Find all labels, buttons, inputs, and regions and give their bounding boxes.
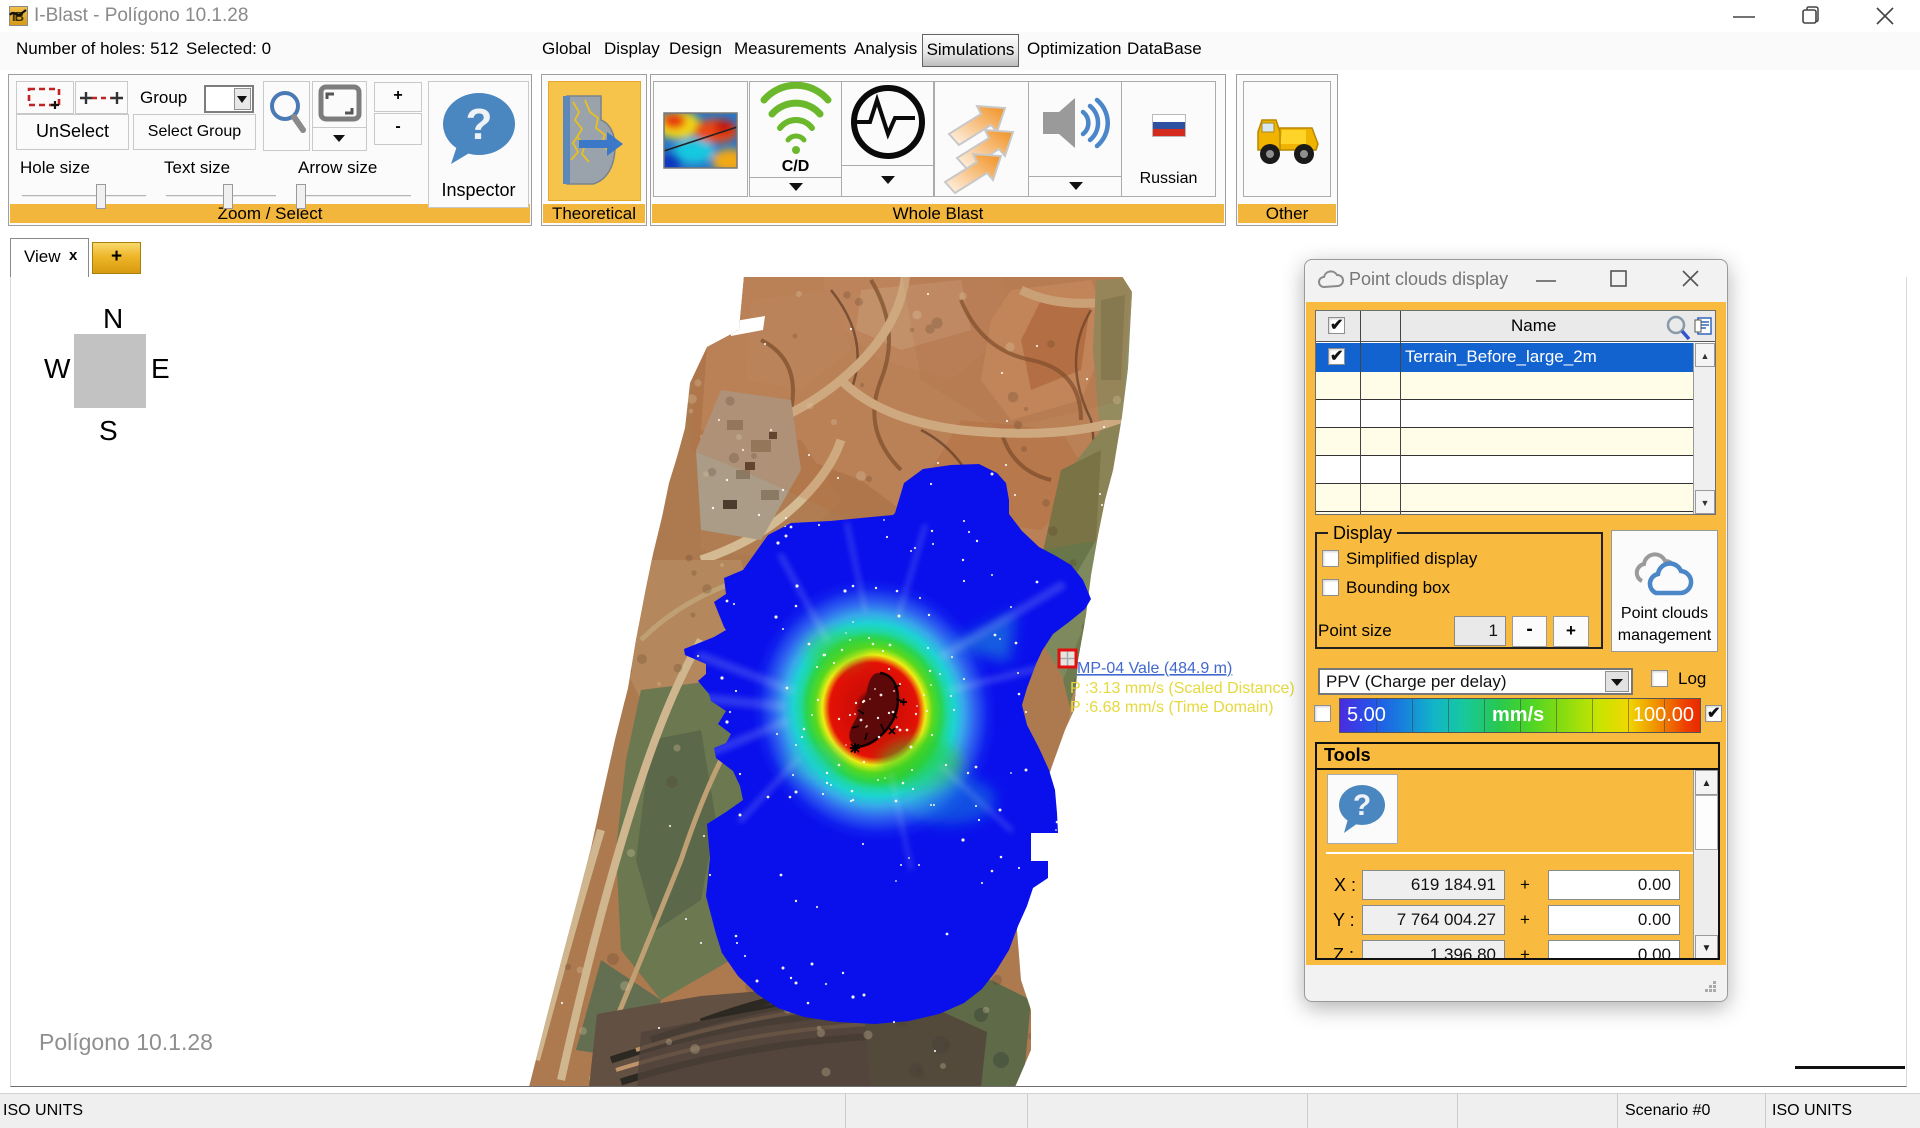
svg-text:?: ? — [466, 100, 493, 149]
svg-text:P :3.13 mm/s (Scaled Distance): P :3.13 mm/s (Scaled Distance) — [1070, 680, 1295, 697]
svg-text:MP-04 Vale (484.9 m): MP-04 Vale (484.9 m) — [1077, 660, 1232, 677]
svg-text:P :6.68 mm/s (Time Domain): P :6.68 mm/s (Time Domain) — [1070, 699, 1274, 716]
svg-text:?: ? — [1353, 789, 1371, 822]
